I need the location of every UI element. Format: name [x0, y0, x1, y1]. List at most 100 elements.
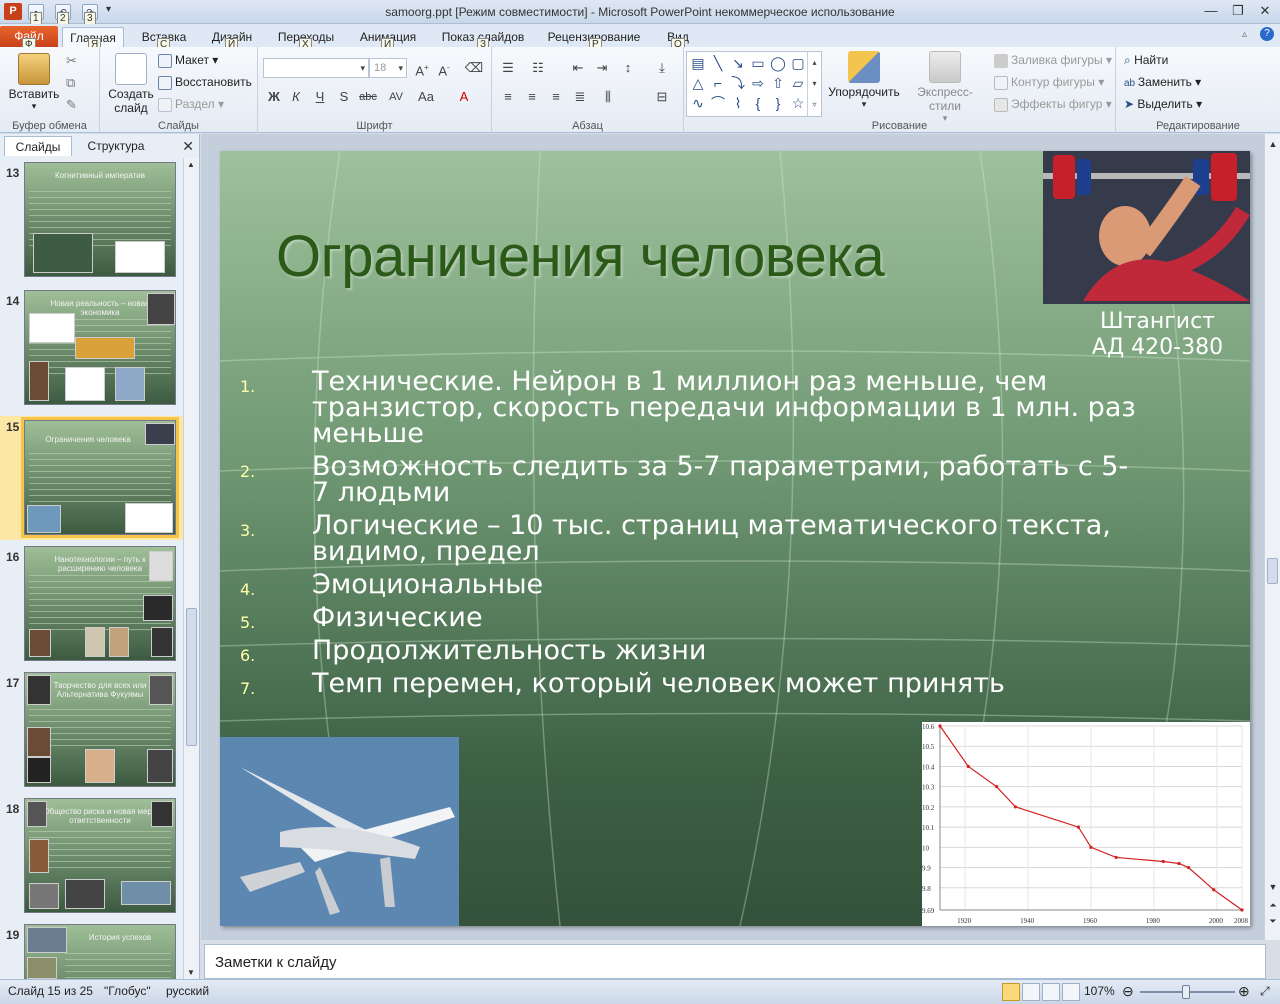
text-direction-icon[interactable]: ⤓ [652, 58, 672, 78]
zoom-slider-knob[interactable] [1182, 985, 1190, 999]
shape-effects-button[interactable]: Эффекты фигур ▾ [994, 94, 1112, 114]
shapes-scroll-icon[interactable]: ▴ ▾ ▿ [807, 52, 821, 116]
language[interactable]: русский [166, 984, 209, 998]
list-item-text[interactable]: Технические. Нейрон в 1 миллион раз мень… [312, 368, 1140, 447]
layout-button[interactable]: Макет ▾ [158, 50, 218, 70]
list-item-text[interactable]: Темп перемен, который человек может прин… [312, 670, 1140, 697]
right-arrow-shape-icon[interactable]: ⇨ [749, 74, 767, 92]
maximize-icon[interactable]: ❐ [1225, 2, 1251, 20]
notes-pane[interactable]: Заметки к слайду [204, 944, 1266, 979]
strikethrough-button[interactable]: abc [358, 87, 378, 107]
new-slide-button[interactable]: Создать слайд [106, 53, 156, 115]
thumbnail-19[interactable]: 19 История успехов [0, 924, 184, 979]
replace-button[interactable]: ab Заменить ▾ [1124, 72, 1201, 92]
char-spacing-button[interactable]: AV [386, 87, 406, 107]
thumbnail-14[interactable]: 14 Новая реальность – новая экономика [0, 290, 184, 410]
find-button[interactable]: ⌕ Найти [1124, 50, 1168, 70]
star-shape-icon[interactable]: ☆ [789, 94, 807, 112]
thumbnail-16[interactable]: 16 Нанотехнологии – путь к расширению че… [0, 546, 184, 666]
section-button[interactable]: Раздел ▾ [158, 94, 224, 114]
thumbnail-scroll-thumb[interactable] [186, 608, 197, 746]
decrease-indent-icon[interactable]: ⇤ [568, 58, 588, 78]
list-item-text[interactable]: Возможность следить за 5-7 параметрами, … [312, 453, 1140, 506]
curve-shape-icon[interactable]: ∿ [689, 94, 707, 112]
font-family-combo[interactable]: ▾ [263, 58, 369, 78]
copy-icon[interactable]: ⧉ [66, 75, 75, 91]
font-size-combo[interactable]: 18 ▾ [369, 58, 407, 78]
thumbnail-image[interactable]: Нанотехнологии – путь к расширению челов… [24, 546, 176, 661]
justify-icon[interactable]: ≣ [570, 87, 590, 107]
change-case-button[interactable]: Aa [416, 87, 436, 107]
slideshow-view-button[interactable] [1062, 983, 1080, 1001]
rectangle-shape-icon[interactable]: ▭ [749, 54, 767, 72]
align-left-icon[interactable]: ≡ [498, 87, 518, 107]
slide-scrollbar[interactable]: ▲ ▼ ⏶ ⏷ [1264, 134, 1280, 940]
numbering-icon[interactable]: ☷ [528, 58, 548, 78]
photo-caption-line1[interactable]: Штангист [1070, 309, 1245, 335]
list-item-text[interactable]: Физические [312, 604, 1140, 631]
underline-button[interactable]: Ч [310, 87, 330, 107]
freeform-shape-icon[interactable]: ⌇ [729, 94, 747, 112]
reading-view-button[interactable] [1042, 983, 1060, 1001]
bold-button[interactable]: Ж [264, 87, 284, 107]
scroll-down-icon[interactable]: ▼ [1267, 880, 1279, 894]
close-icon[interactable]: ✕ [1252, 2, 1278, 20]
thumbnail-image[interactable]: Общество риска и новая мера ответственно… [24, 798, 176, 913]
fit-to-window-icon[interactable]: ⤢ [1260, 984, 1270, 999]
rounded-rect-shape-icon[interactable]: ▢ [789, 54, 807, 72]
triangle-shape-icon[interactable]: △ [689, 74, 707, 92]
align-text-icon[interactable]: ⊟ [652, 87, 672, 107]
increase-indent-icon[interactable]: ⇥ [592, 58, 612, 78]
shapes-gallery[interactable]: ▤ ╲ ↘ ▭ ◯ ▢ △ ⌐ ⤵ ⇨ ⇧ ▱ ∿ ⌒ ⌇ { } ☆ ▴ ▾ ▿ [686, 51, 822, 117]
slide-sorter-view-button[interactable] [1022, 983, 1040, 1001]
zoom-level[interactable]: 107% [1084, 984, 1115, 998]
list-item-text[interactable]: Продолжительность жизни [312, 637, 1140, 664]
tab-outline[interactable]: Структура [76, 136, 156, 156]
thumbnail-15[interactable]: 15 Ограничения человека [0, 416, 184, 540]
align-right-icon[interactable]: ≡ [546, 87, 566, 107]
bullets-icon[interactable]: ☰ [498, 58, 518, 78]
shrink-font-icon[interactable]: A- [434, 58, 454, 78]
columns-icon[interactable]: ⫼ [598, 87, 618, 107]
panel-close-icon[interactable]: ✕ [182, 138, 194, 155]
format-painter-icon[interactable]: ✎ [66, 97, 77, 113]
clear-format-icon[interactable]: ⌫ [464, 58, 484, 78]
list-item-text[interactable]: Логические – 10 тыс. страниц математичес… [312, 512, 1140, 565]
brace-left-shape-icon[interactable]: { [749, 94, 767, 112]
thumbnail-scrollbar[interactable]: ▲ ▼ [183, 158, 199, 979]
slide-scroll-thumb[interactable] [1267, 558, 1278, 584]
line-spacing-icon[interactable]: ↕ [618, 58, 638, 78]
thumbnail-image[interactable]: Когнитивный императив [24, 162, 176, 277]
elbow-connector-icon[interactable]: ⌐ [709, 74, 727, 92]
tab-slides[interactable]: Слайды [4, 136, 72, 156]
thumbnail-17[interactable]: 17 Творчество для всех или Альтернатива … [0, 672, 184, 792]
limitations-list[interactable]: 1. Технические. Нейрон в 1 миллион раз м… [240, 368, 1140, 704]
brace-right-shape-icon[interactable]: } [769, 94, 787, 112]
grow-font-icon[interactable]: A+ [412, 58, 432, 78]
select-button[interactable]: ➤ Выделить ▾ [1124, 94, 1202, 114]
paste-button[interactable]: Вставить ▾ [6, 53, 62, 112]
minimize-icon[interactable]: — [1198, 2, 1224, 20]
list-item-text[interactable]: Эмоциональные [312, 571, 1140, 598]
normal-view-button[interactable] [1002, 983, 1020, 1001]
callout-shape-icon[interactable]: ▱ [789, 74, 807, 92]
connector-icon[interactable]: ⤵ [729, 74, 747, 92]
thumbnail-18[interactable]: 18 Общество риска и новая мера ответстве… [0, 798, 184, 918]
zoom-out-icon[interactable]: ⊖ [1122, 983, 1134, 1000]
slide-title[interactable]: Ограничения человека [276, 223, 885, 290]
italic-button[interactable]: К [286, 87, 306, 107]
up-arrow-shape-icon[interactable]: ⇧ [769, 74, 787, 92]
next-slide-icon[interactable]: ⏷ [1267, 914, 1279, 928]
oval-shape-icon[interactable]: ◯ [769, 54, 787, 72]
thumbnail-image[interactable]: Новая реальность – новая экономика [24, 290, 176, 405]
quick-styles-button[interactable]: Экспресс-стили ▾ [902, 51, 988, 124]
thumbnail-image[interactable]: Ограничения человека [21, 417, 179, 538]
arrange-button[interactable]: Упорядочить ▾ [826, 51, 902, 110]
scroll-up-icon[interactable]: ▲ [187, 160, 195, 169]
scroll-down-icon[interactable]: ▼ [187, 968, 195, 977]
arc-shape-icon[interactable]: ⌒ [709, 94, 727, 112]
cut-icon[interactable]: ✂ [66, 53, 77, 69]
slide-canvas[interactable]: Ограничения человека Штангист АД 420-380… [220, 151, 1250, 926]
ribbon-minimize-icon[interactable]: ▵ [1242, 29, 1247, 40]
shadow-button[interactable]: S [334, 87, 354, 107]
